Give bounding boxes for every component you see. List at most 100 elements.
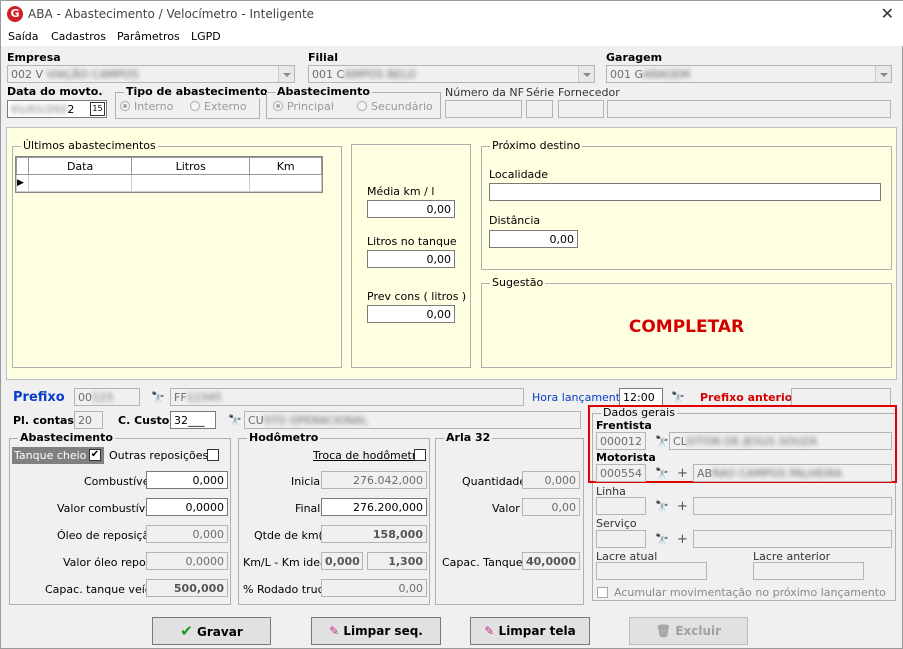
fornecedor-name-input[interactable] <box>607 100 891 118</box>
litros-tanque-input[interactable]: 0,00 <box>367 250 455 268</box>
binoculars-icon[interactable]: 🔭 <box>151 391 165 404</box>
arla-quantidade-label: Quantidade <box>462 475 527 488</box>
add-icon[interactable]: + <box>677 532 688 547</box>
lacre-anterior-input[interactable] <box>753 562 864 580</box>
rodado-truck-input[interactable]: 0,00 <box>321 579 427 597</box>
column-header-km[interactable]: Km <box>249 157 322 175</box>
distancia-input[interactable]: 0,00 <box>489 230 578 248</box>
motorista-code-input[interactable]: 000554 <box>596 464 646 482</box>
km-ideal-input[interactable]: 1,300 <box>367 552 427 570</box>
data-movto-input[interactable]: 01/01/2022 15 <box>7 100 107 118</box>
serie-input[interactable] <box>526 100 553 118</box>
qtde-km-input[interactable]: 158,000 <box>321 525 427 543</box>
menu-parametros[interactable]: Parâmetros <box>117 30 180 43</box>
empresa-select[interactable]: 002 V VIAÇÃO CAMPOS <box>7 65 295 83</box>
add-icon[interactable]: + <box>677 466 688 481</box>
empresa-value: 002 V <box>11 68 44 81</box>
gravar-button[interactable]: ✔ Gravar <box>152 617 271 645</box>
localidade-input[interactable] <box>489 183 881 201</box>
add-icon[interactable]: + <box>677 499 688 514</box>
tipo-abastecimento-group: Tipo de abastecimento Interno Externo <box>115 85 270 119</box>
radio-secundario[interactable]: Secundário <box>357 100 433 113</box>
servico-code-input[interactable] <box>596 530 646 548</box>
motorista-name-input[interactable]: ABRAO CAMPOS PALHEIRA <box>693 464 892 482</box>
troca-hodometro-label: Troca de hodômetro <box>313 449 423 462</box>
binoculars-icon[interactable]: 🔭 <box>228 414 242 427</box>
ultimos-title: Últimos abastecimentos <box>21 139 158 152</box>
column-header-data[interactable]: Data <box>27 157 133 175</box>
media-label: Média km / l <box>367 185 435 198</box>
limpar-seq-button[interactable]: ✎ Limpar seq. <box>311 617 441 645</box>
column-header-litros[interactable]: Litros <box>131 157 251 175</box>
arla-quantidade-input[interactable]: 0,000 <box>522 471 580 489</box>
principal-label: Principal <box>287 100 334 113</box>
app-logo-icon: G <box>7 6 23 22</box>
capac-tanque-label: Capac. tanque veíc. <box>45 583 155 596</box>
acumular-checkbox[interactable] <box>597 587 608 598</box>
c-custo-name-input[interactable]: CUSTO OPERACIONAL <box>244 411 581 429</box>
prefixo-code-input[interactable]: 00123 <box>74 388 140 406</box>
arla-capac-input[interactable]: 40,0000 <box>522 552 580 570</box>
hora-input[interactable]: 12:00 <box>619 388 663 406</box>
table-header: Data Litros Km <box>16 157 322 175</box>
binoculars-icon[interactable]: 🔭 <box>655 533 669 546</box>
tanque-cheio-checkbox[interactable]: Tanque cheio ✔ <box>12 447 104 464</box>
servico-name-input[interactable] <box>693 530 892 548</box>
localidade-label: Localidade <box>489 168 549 181</box>
filial-select[interactable]: 001 CAMPOS BELO <box>308 65 595 83</box>
valor-combustivel-input[interactable]: 0,0000 <box>146 498 228 516</box>
distancia-label: Distância <box>489 214 541 227</box>
valor-oleo-input[interactable]: 0,0000 <box>146 552 228 570</box>
kml-input[interactable]: 0,000 <box>321 552 363 570</box>
lacre-atual-input[interactable] <box>596 562 707 580</box>
linha-code-input[interactable] <box>596 497 646 515</box>
outras-reposicoes-checkbox[interactable] <box>207 449 219 461</box>
pl-contas-input[interactable]: 20 <box>74 411 103 429</box>
troca-hodometro-checkbox[interactable] <box>414 449 426 461</box>
linha-name-input[interactable] <box>693 497 892 515</box>
menu-cadastros[interactable]: Cadastros <box>51 30 106 43</box>
limpar-tela-label: Limpar tela <box>498 624 576 638</box>
prefixo-anterior-input[interactable] <box>791 388 891 406</box>
binoculars-icon[interactable]: 🔭 <box>655 500 669 513</box>
radio-externo[interactable]: Externo <box>190 100 247 113</box>
c-custo-input[interactable]: 32___ <box>170 411 216 429</box>
calendar-icon[interactable]: 15 <box>90 102 105 116</box>
acumular-label: Acumular movimentação no próximo lançame… <box>614 586 886 599</box>
excluir-button[interactable]: 🗑 Excluir <box>629 617 748 645</box>
garagem-select[interactable]: 001 GARAGEM <box>606 65 892 83</box>
oleo-reposicao-input[interactable]: 0,000 <box>146 525 228 543</box>
radio-interno[interactable]: Interno <box>120 100 173 113</box>
combustivel-input[interactable]: 0,000 <box>146 471 228 489</box>
inicial-input[interactable]: 276.042,000 <box>321 471 427 489</box>
menu-lgpd[interactable]: LGPD <box>191 30 221 43</box>
prefixo-name-input[interactable]: FF12345 <box>170 388 524 406</box>
prev-cons-input[interactable]: 0,00 <box>367 305 455 323</box>
final-label: Final <box>295 502 321 515</box>
binoculars-icon[interactable]: 🔭 <box>655 467 669 480</box>
serie-label: Série <box>526 86 555 99</box>
pl-contas-label: Pl. contas <box>13 414 74 427</box>
table-row[interactable]: ▶ <box>16 174 322 192</box>
frentista-code-input[interactable]: 000012 <box>596 432 646 450</box>
chevron-down-icon <box>578 66 594 82</box>
eraser-icon: ✎ <box>329 624 340 638</box>
sugestao-group: Sugestão COMPLETAR <box>481 276 892 368</box>
media-input[interactable]: 0,00 <box>367 200 455 218</box>
arla-valor-input[interactable]: 0,00 <box>522 498 580 516</box>
hora-label: Hora lançamento <box>532 391 627 404</box>
close-icon[interactable]: ✕ <box>881 4 894 23</box>
nf-input[interactable] <box>445 100 522 118</box>
abastecimento-title: Abastecimento <box>18 431 115 444</box>
radio-principal[interactable]: Principal <box>273 100 334 113</box>
binoculars-icon[interactable]: 🔭 <box>655 435 669 448</box>
oleo-reposicao-label: Óleo de reposição <box>57 529 157 542</box>
binoculars-icon[interactable]: 🔭 <box>671 391 685 404</box>
capac-tanque-input[interactable]: 500,000 <box>146 579 228 597</box>
prev-cons-label: Prev cons ( litros ) <box>367 290 467 303</box>
final-input[interactable]: 276.200,000 <box>321 498 427 516</box>
menu-saida[interactable]: Saída <box>8 30 39 43</box>
frentista-name-input[interactable]: CLEITON DE JESUS SOUZA <box>669 432 892 450</box>
fornecedor-code-input[interactable] <box>558 100 604 118</box>
limpar-tela-button[interactable]: ✎ Limpar tela <box>470 617 590 645</box>
